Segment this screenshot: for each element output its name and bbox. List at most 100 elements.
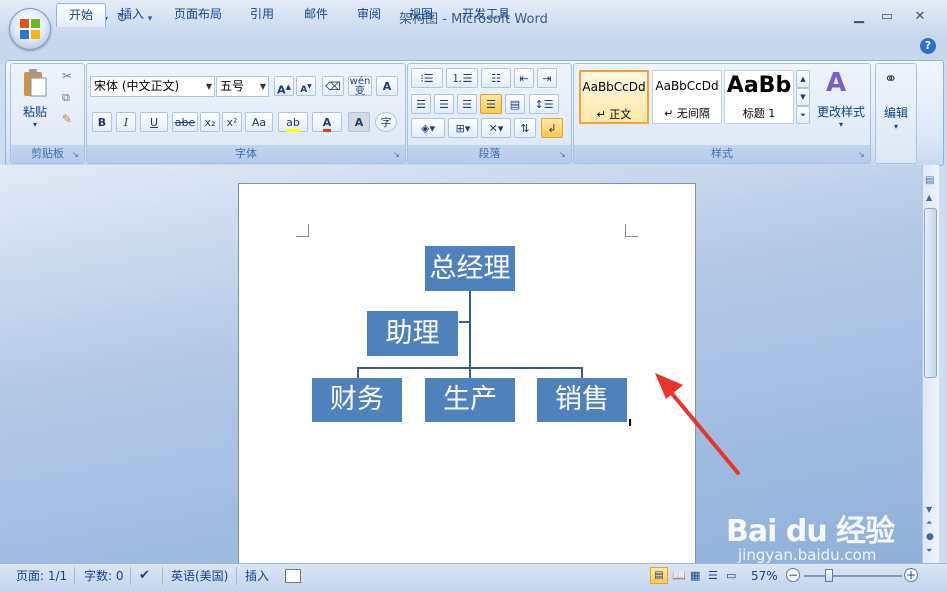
decrease-indent-icon[interactable]: ⇤ [514, 68, 534, 88]
full-screen-reading-icon[interactable]: 📖 [672, 568, 686, 584]
clear-formatting-icon[interactable]: ⌫ [322, 76, 344, 96]
copy-icon[interactable]: ⧉ [62, 91, 70, 105]
enclose-characters-icon[interactable]: 字 [375, 112, 397, 132]
org-node-assistant[interactable]: 助理 [367, 311, 458, 356]
justify-icon[interactable]: ☰ [480, 94, 502, 114]
shading-icon[interactable]: ◈▾ [411, 118, 445, 138]
maximize-button[interactable]: ▭ [873, 8, 901, 26]
phonetic-guide-icon[interactable]: wén 变 [348, 76, 372, 97]
highlight-icon[interactable]: ab [278, 112, 308, 132]
office-logo-icon [20, 19, 40, 39]
status-insert-mode[interactable]: 插入 [245, 568, 269, 584]
underline-button[interactable]: U [140, 112, 168, 132]
styles-scroll-up-icon[interactable]: ▲ [796, 70, 810, 88]
close-button[interactable]: ✕ [906, 8, 934, 26]
status-language[interactable]: 英语(美国) [171, 568, 228, 584]
bold-button[interactable]: B [92, 112, 112, 132]
change-case-button[interactable]: Aa [245, 112, 273, 132]
paragraph-launcher-icon[interactable]: ↘ [559, 150, 568, 159]
previous-page-icon[interactable]: ⏶ [926, 518, 932, 528]
cut-icon[interactable]: ✂ [62, 69, 72, 83]
align-center-icon[interactable]: ☰ [434, 94, 454, 114]
font-name-combo[interactable]: 宋体 (中文正文) ▼ [90, 76, 215, 97]
org-node-child[interactable]: 财务 [312, 378, 402, 422]
tab-insert[interactable]: 插入 [108, 3, 156, 26]
character-border-icon[interactable]: A [376, 76, 398, 96]
styles-more-icon[interactable]: ⏷ [796, 106, 810, 124]
org-node-top[interactable]: 总经理 [425, 246, 515, 291]
office-button[interactable] [9, 8, 51, 50]
clipboard-launcher-icon[interactable]: ↘ [72, 150, 81, 159]
styles-launcher-icon[interactable]: ↘ [858, 150, 867, 159]
shrink-font-icon[interactable]: A▼ [296, 76, 316, 96]
zoom-slider[interactable] [804, 575, 902, 577]
line-spacing-icon[interactable]: ↕☰ [529, 94, 559, 114]
chinese-layout-icon[interactable]: ✕▾ [481, 118, 511, 138]
editing-group[interactable]: ⚭ 编辑 ▾ [875, 63, 917, 164]
bullets-icon[interactable]: ⁝☰ [411, 68, 443, 88]
minimize-button[interactable]: ▁ [845, 8, 873, 26]
tab-home[interactable]: 开始 [56, 3, 107, 27]
change-styles-button[interactable]: A 更改样式 ▾ [814, 68, 868, 138]
document-page[interactable]: 总经理 助理 财务 生产 销售 [238, 183, 696, 575]
style-heading-1[interactable]: AaBb 标题 1 [724, 70, 794, 124]
tab-developer[interactable]: 开发工具 [450, 3, 522, 26]
font-launcher-icon[interactable]: ↘ [393, 150, 402, 159]
style-sample: AaBbCcDd [582, 80, 646, 94]
org-node-child[interactable]: 销售 [537, 378, 627, 422]
styles-scroll-down-icon[interactable]: ▼ [796, 88, 810, 106]
outline-icon[interactable]: ☰ [708, 568, 718, 584]
scrollbar-thumb[interactable] [924, 208, 937, 378]
style-normal[interactable]: AaBbCcDd ↵ 正文 [579, 70, 649, 124]
increase-indent-icon[interactable]: ⇥ [537, 68, 557, 88]
style-name: ↵ 正文 [596, 108, 632, 121]
style-name: ↵ 无间隔 [664, 107, 710, 120]
align-left-icon[interactable]: ☰ [411, 94, 431, 114]
tab-review[interactable]: 审阅 [345, 3, 393, 26]
org-node-child[interactable]: 生产 [425, 378, 515, 422]
distributed-icon[interactable]: ▤ [505, 94, 525, 114]
tab-view[interactable]: 视图 [397, 3, 445, 26]
numbering-icon[interactable]: ⒈☰ [446, 68, 478, 88]
tab-mailings[interactable]: 邮件 [292, 3, 340, 26]
italic-button[interactable]: I [116, 112, 136, 132]
strikethrough-button[interactable]: abe [172, 112, 198, 132]
print-layout-icon[interactable]: ▤ [650, 567, 668, 584]
style-no-spacing[interactable]: AaBbCcDd ↵ 无间隔 [652, 70, 722, 124]
font-color-icon[interactable]: A [312, 112, 342, 132]
draft-icon[interactable]: ▭ [726, 568, 736, 584]
connector [357, 367, 359, 378]
scroll-up-icon[interactable]: ▲ [926, 193, 932, 202]
help-icon[interactable]: ? [920, 38, 936, 54]
zoom-out-icon[interactable]: − [786, 568, 800, 582]
font-size-value: 五号 [220, 79, 245, 93]
status-word-count[interactable]: 字数: 0 [84, 568, 124, 584]
borders-icon[interactable]: ⊞▾ [448, 118, 478, 138]
superscript-button[interactable]: x² [222, 112, 242, 132]
zoom-slider-thumb[interactable] [825, 569, 833, 582]
macro-record-icon[interactable] [285, 569, 301, 583]
scroll-down-icon[interactable]: ▼ [926, 505, 932, 514]
paste-button[interactable]: 粘贴 ▾ [20, 68, 50, 129]
font-size-combo[interactable]: 五号 ▼ [216, 76, 269, 97]
tab-references[interactable]: 引用 [238, 3, 286, 26]
zoom-level[interactable]: 57% [751, 568, 778, 584]
format-painter-icon[interactable]: ✎ [62, 112, 72, 126]
ruler-toggle-icon[interactable]: ▤ [925, 175, 934, 186]
select-browse-object-icon[interactable]: ● [926, 532, 934, 542]
status-page[interactable]: 页面: 1/1 [16, 568, 67, 584]
grow-font-icon[interactable]: A▲ [274, 76, 294, 97]
character-shading-icon[interactable]: A [348, 112, 370, 132]
multilevel-list-icon[interactable]: ☷ [481, 68, 511, 88]
zoom-in-icon[interactable]: + [904, 568, 918, 582]
show-hide-marks-icon[interactable]: ↲ [541, 118, 563, 138]
align-right-icon[interactable]: ☰ [457, 94, 477, 114]
paste-dropdown-icon[interactable]: ▾ [20, 120, 50, 129]
sort-icon[interactable]: ⇅ [514, 118, 536, 138]
connector [469, 367, 471, 378]
next-page-icon[interactable]: ⏷ [926, 546, 932, 556]
subscript-button[interactable]: x₂ [200, 112, 220, 132]
tab-page-layout[interactable]: 页面布局 [162, 3, 234, 26]
web-layout-icon[interactable]: ▦ [690, 568, 700, 584]
proofing-icon[interactable]: ✔ [139, 568, 150, 584]
